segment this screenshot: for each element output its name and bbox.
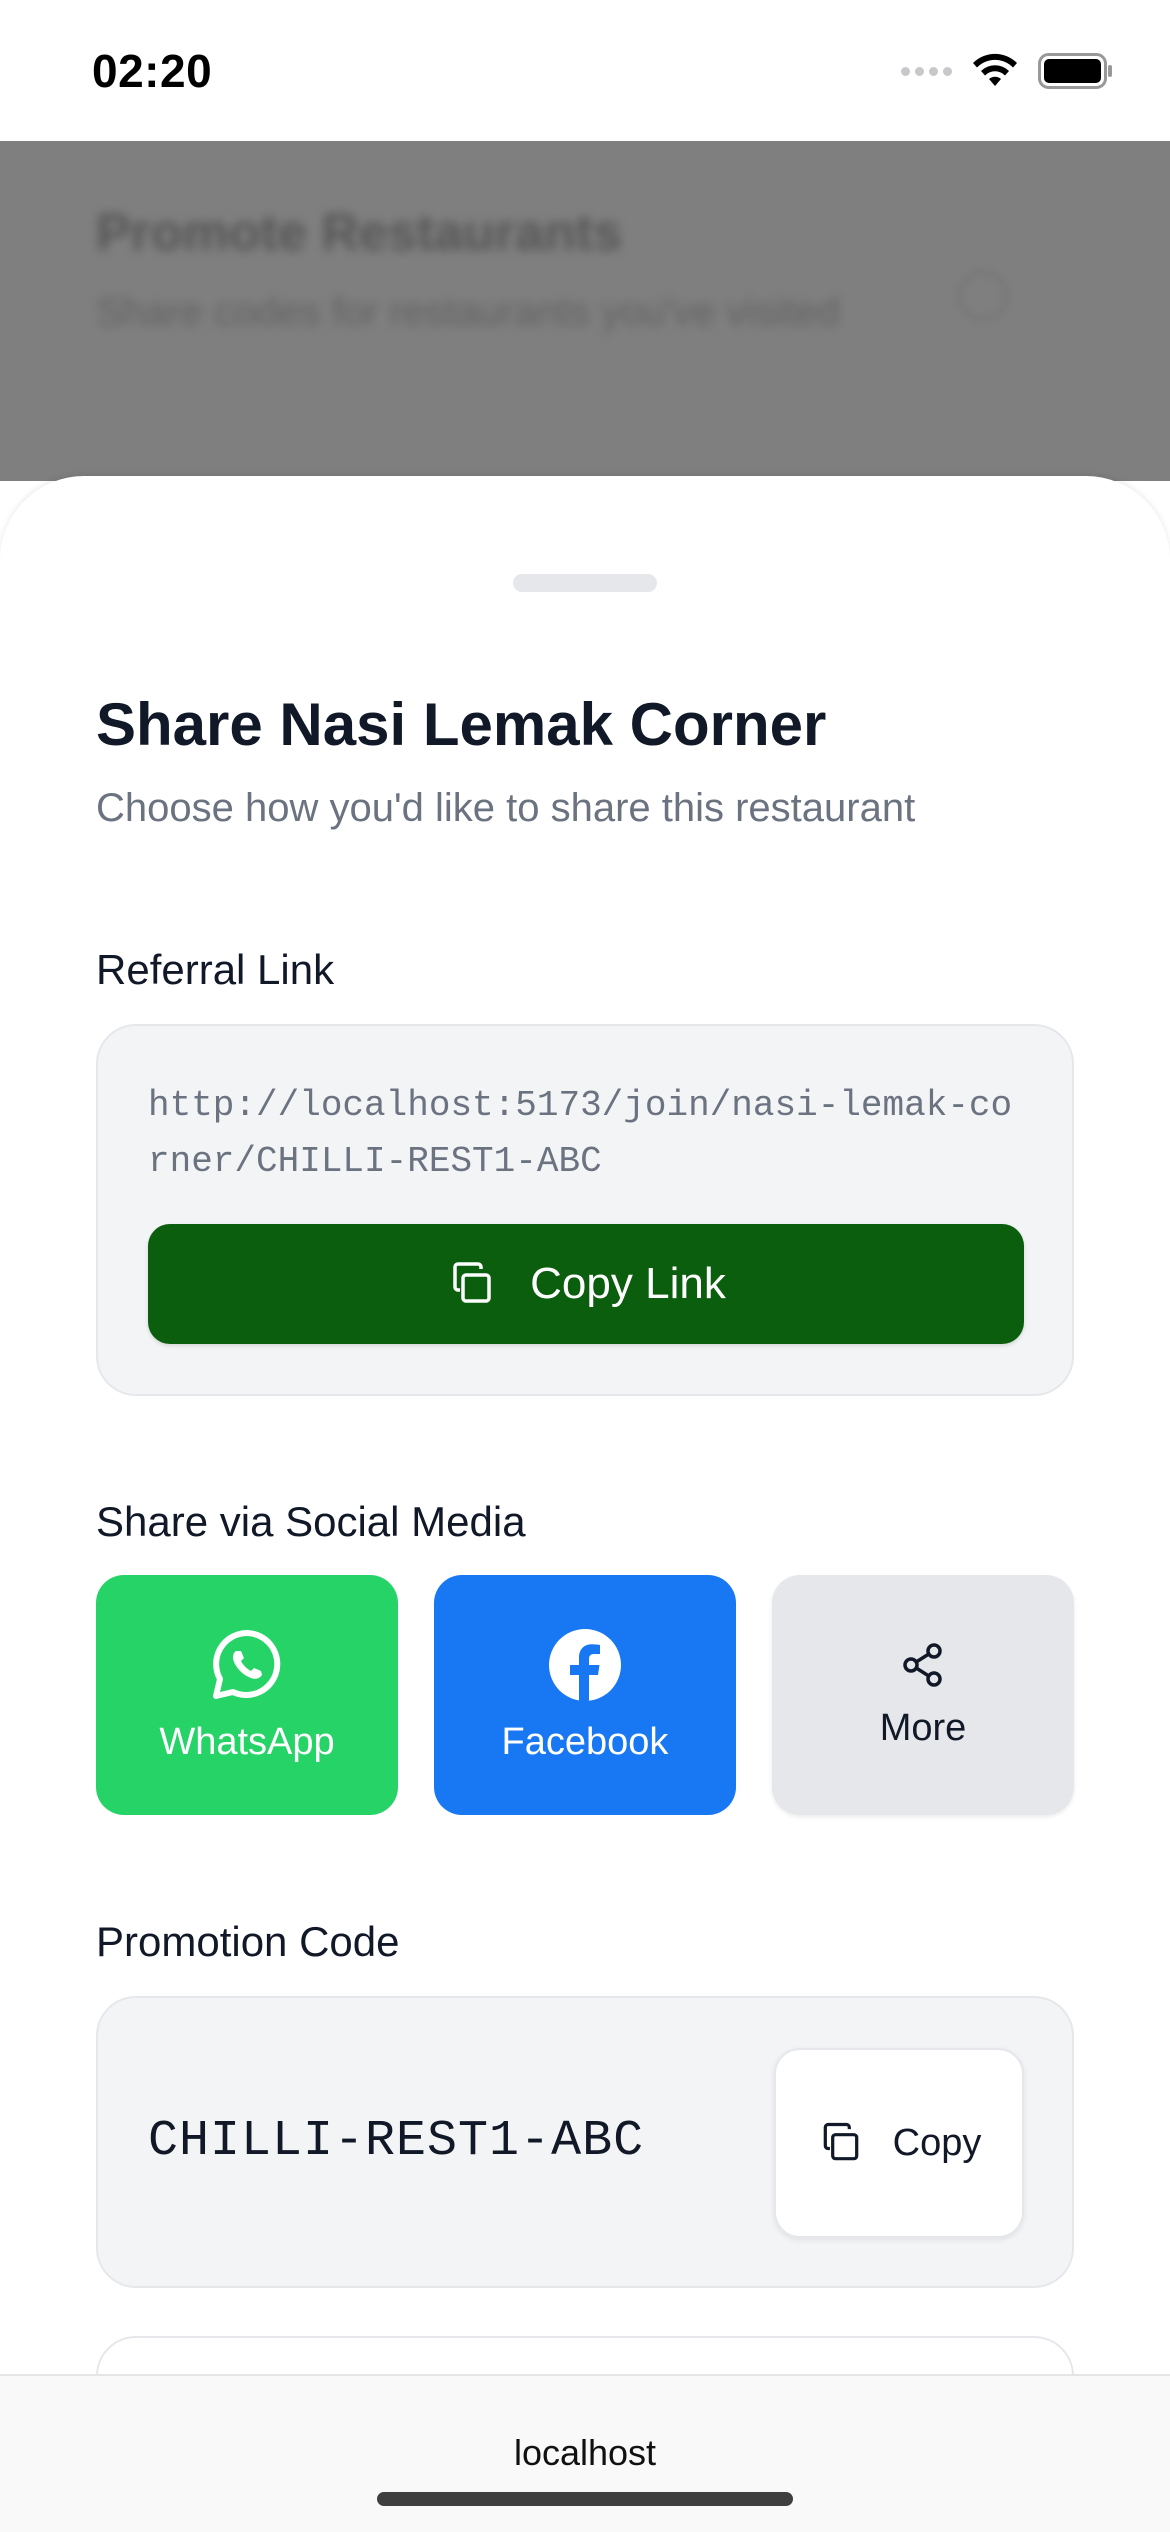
facebook-label: Facebook [501,1720,669,1763]
battery-icon [1038,53,1112,89]
background-page-subtitle: Share codes for restaurants you've visit… [96,290,840,334]
status-bar: 02:20 [0,0,1170,141]
more-label: More [879,1706,967,1749]
sheet-subtitle: Choose how you'd like to share this rest… [96,786,916,830]
cellular-signal-icon [901,66,952,76]
sheet-title: Share Nasi Lemak Corner [96,691,827,758]
status-time: 02:20 [92,45,213,97]
sheet-grabber[interactable] [513,574,657,592]
more-share-button[interactable]: More [772,1575,1074,1815]
share-sheet: Share Nasi Lemak Corner Choose how you'd… [0,476,1170,2532]
background-page-title: Promote Restaurants [96,204,622,262]
copy-link-button[interactable]: Copy Link [148,1224,1024,1344]
share-icon [903,1642,942,1687]
promotion-code: CHILLI-REST1-ABC [148,2113,645,2170]
copy-code-button[interactable]: Copy [774,2048,1024,2238]
referral-url: http://localhost:5173/join/nasi-lemak-co… [148,1085,1013,1182]
browser-url[interactable]: localhost [0,2432,1170,2474]
copy-code-label: Copy [892,2121,982,2164]
copy-icon [453,1262,491,1303]
home-indicator[interactable] [377,2492,793,2506]
background-page-overlay[interactable]: Promote Restaurants Share codes for rest… [0,141,1170,481]
referral-link-label: Referral Link [96,946,335,993]
copy-link-label: Copy Link [530,1259,726,1308]
facebook-icon [549,1628,621,1701]
info-icon [958,271,1008,321]
social-buttons: WhatsApp Facebook More [96,1575,1074,1815]
browser-address-bar[interactable]: localhost [0,2374,1170,2532]
copy-icon [823,2122,858,2161]
promotion-code-label: Promotion Code [96,1918,400,1965]
wifi-icon [973,53,1017,86]
status-icons [901,52,1114,90]
whatsapp-share-button[interactable]: WhatsApp [96,1575,398,1815]
social-media-label: Share via Social Media [96,1498,526,1545]
whatsapp-icon [213,1629,281,1699]
facebook-share-button[interactable]: Facebook [434,1575,736,1815]
referral-link-card: http://localhost:5173/join/nasi-lemak-co… [96,1024,1074,1396]
whatsapp-label: WhatsApp [159,1720,335,1763]
promotion-code-card: CHILLI-REST1-ABC Copy [96,1996,1074,2288]
